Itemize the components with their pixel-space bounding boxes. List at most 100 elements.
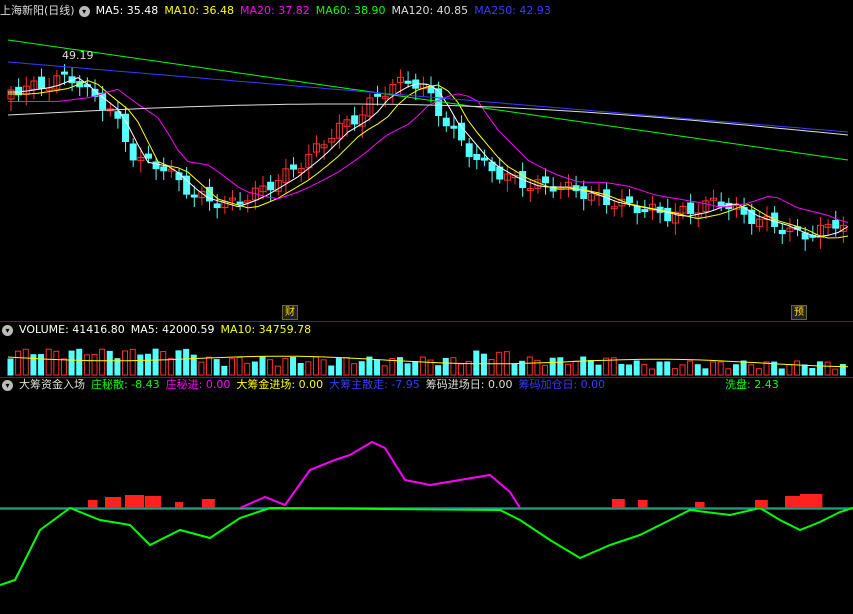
volume-bar: [144, 353, 151, 376]
volume-bar: [442, 357, 449, 376]
volume-bar: [717, 361, 724, 376]
volume-bar: [633, 360, 640, 376]
volume-bar: [435, 365, 442, 376]
candle: [465, 143, 473, 157]
volume-bar: [809, 368, 816, 376]
volume-bar: [687, 360, 694, 376]
volume-bar: [702, 368, 709, 376]
volume-bar: [832, 368, 839, 376]
volume-bar: [587, 359, 594, 376]
volume-bar: [312, 356, 319, 376]
candle: [213, 203, 221, 209]
candle: [458, 122, 466, 141]
volume-bar: [282, 358, 289, 376]
volume-bar: [641, 364, 648, 376]
candle: [480, 157, 488, 161]
volume-bar: [358, 361, 365, 376]
volume-bar: [694, 364, 701, 376]
volume-bar: [122, 350, 129, 376]
volume-bar: [335, 358, 342, 376]
indicator-red-block: [125, 495, 145, 508]
candle: [442, 117, 450, 127]
volume-bar: [396, 357, 403, 376]
indicator-magenta-line: [239, 440, 521, 509]
candle: [38, 76, 46, 89]
volume-bar: [343, 357, 350, 376]
indicator-red-block: [612, 499, 625, 508]
candle: [450, 125, 458, 129]
volume-bar: [129, 348, 136, 376]
volume-bar: [755, 368, 762, 376]
volume-bar: [228, 358, 235, 376]
volume-bar: [618, 363, 625, 376]
volume-bar: [236, 356, 243, 376]
indicator-red-block: [88, 500, 98, 508]
volume-bar: [480, 353, 487, 376]
volume-bar: [251, 361, 258, 376]
volume-bar: [91, 353, 98, 376]
volume-bar: [801, 364, 808, 376]
volume-bar: [206, 356, 213, 376]
volume-bar: [99, 348, 106, 376]
volume-bar: [213, 359, 220, 376]
ma120-line: [7, 103, 849, 136]
volume-bar: [328, 365, 335, 376]
volume-bar: [664, 361, 671, 376]
indicator-red-block: [638, 500, 648, 508]
stock-chart-canvas[interactable]: 49.19: [0, 0, 853, 614]
volume-bar: [366, 356, 373, 376]
volume-bar: [656, 361, 663, 376]
candle: [190, 194, 198, 198]
candle: [687, 202, 695, 214]
volume-bar: [725, 368, 732, 376]
volume-bar: [732, 364, 739, 376]
candle: [351, 115, 359, 125]
volume-bar: [259, 356, 266, 376]
volume-bar: [183, 348, 190, 376]
volume-bar: [580, 356, 587, 376]
volume-bar: [76, 348, 83, 376]
volume-bar: [30, 354, 37, 376]
candle: [626, 196, 634, 203]
volume-bar: [412, 361, 419, 376]
volume-bar: [83, 354, 90, 376]
volume-bar: [244, 362, 251, 376]
volume-bar: [221, 365, 228, 376]
volume-bar: [816, 361, 823, 376]
volume-bar: [542, 364, 549, 376]
volume-bar: [53, 350, 60, 376]
ma250-line: [7, 61, 849, 133]
volume-bar: [274, 365, 281, 376]
candle: [778, 229, 786, 235]
volume-bar: [786, 364, 793, 376]
volume-bar: [626, 364, 633, 376]
candle: [832, 219, 840, 229]
candle: [664, 207, 672, 222]
volume-bar: [267, 359, 274, 376]
volume-bar: [748, 364, 755, 376]
indicator-red-block: [175, 502, 183, 508]
candle: [129, 143, 137, 161]
candle: [633, 205, 641, 214]
volume-bar: [38, 354, 45, 376]
volume-bar: [564, 363, 571, 376]
candle: [160, 166, 168, 172]
volume-bar: [22, 348, 29, 376]
volume-bar: [198, 361, 205, 376]
volume-bar: [824, 361, 831, 376]
candle: [542, 176, 550, 184]
candle: [473, 154, 481, 160]
indicator-red-block: [202, 499, 215, 508]
high-price-marker: 49.19: [62, 49, 94, 62]
volume-bar: [374, 359, 381, 376]
volume-bar: [679, 364, 686, 376]
volume-bar: [160, 350, 167, 376]
volume-bar: [167, 357, 174, 376]
volume-bar: [106, 350, 113, 376]
volume-bar: [778, 368, 785, 376]
volume-bar: [595, 364, 602, 376]
volume-bar: [450, 357, 457, 376]
volume-bar: [305, 361, 312, 376]
volume-bar: [381, 365, 388, 376]
volume-bar: [404, 363, 411, 376]
